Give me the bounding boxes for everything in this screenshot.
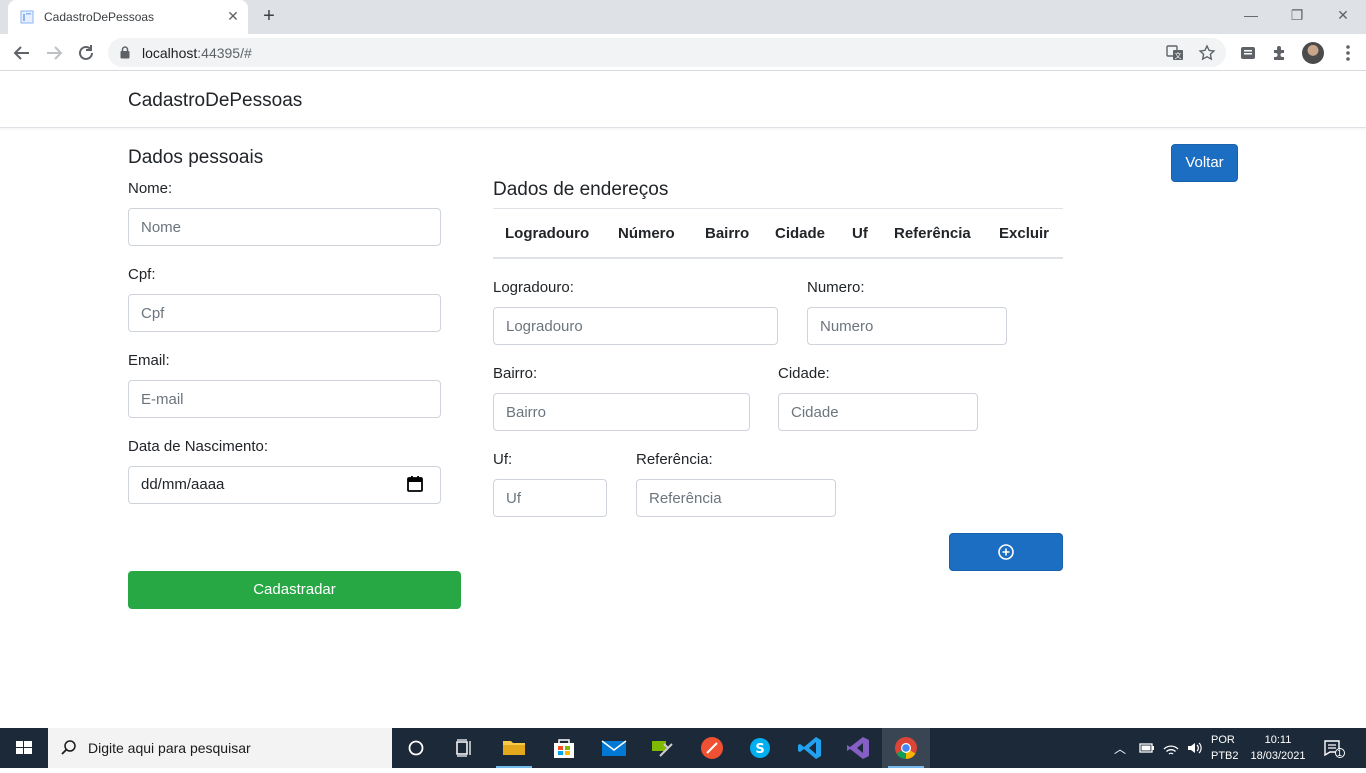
restore-icon[interactable]: ❐	[1274, 0, 1320, 30]
mail-icon[interactable]	[590, 728, 638, 768]
email-input[interactable]	[128, 380, 441, 418]
numero-label: Numero:	[807, 279, 865, 296]
notification-count: 1	[1337, 748, 1343, 758]
birth-date-label: Data de Nascimento:	[128, 438, 269, 455]
register-button[interactable]: Cadastradar	[128, 571, 461, 609]
numero-input[interactable]	[807, 307, 1007, 345]
cpf-input[interactable]	[128, 294, 441, 332]
clock-time: 10:11	[1264, 734, 1292, 746]
browser-toolbar: localhost:44395/# 文	[0, 34, 1366, 71]
search-icon	[61, 740, 76, 755]
referencia-label: Referência:	[636, 451, 713, 468]
cidade-input[interactable]	[778, 393, 978, 431]
taskbar-clock[interactable]: 10:11 18/03/2021	[1248, 732, 1308, 764]
bookmark-star-icon[interactable]	[1198, 44, 1216, 62]
forward-arrow-icon[interactable]	[40, 39, 68, 67]
calendar-icon[interactable]	[406, 475, 424, 493]
windows-start-icon[interactable]	[0, 728, 48, 768]
name-input[interactable]	[128, 208, 441, 246]
reload-icon[interactable]	[72, 39, 100, 67]
col-numero: Número	[618, 225, 675, 242]
cpf-label: Cpf:	[128, 266, 156, 283]
taskbar-search[interactable]: Digite aqui para pesquisar	[48, 728, 392, 768]
app-brand[interactable]: CadastroDePessoas	[128, 90, 302, 112]
file-explorer-icon[interactable]	[490, 728, 538, 768]
col-uf: Uf	[852, 225, 868, 242]
address-table-header: Logradouro Número Bairro Cidade Uf Refer…	[493, 208, 1063, 259]
email-label: Email:	[128, 352, 170, 369]
svg-text:文: 文	[1175, 51, 1182, 60]
bairro-label: Bairro:	[493, 365, 538, 382]
address-bar[interactable]: localhost:44395/# 文	[108, 38, 1226, 67]
wifi-icon[interactable]	[1162, 740, 1180, 756]
url-text: localhost:44395/#	[142, 45, 252, 61]
back-button[interactable]: Voltar	[1171, 144, 1238, 182]
app-navbar: CadastroDePessoas	[0, 71, 1366, 128]
uf-input[interactable]	[493, 479, 607, 517]
col-referencia: Referência	[894, 225, 971, 242]
bairro-input[interactable]	[493, 393, 750, 431]
chrome-taskbar-icon[interactable]	[882, 728, 930, 768]
browser-tab[interactable]: CadastroDePessoas ✕	[8, 0, 248, 34]
task-view-icon[interactable]	[440, 728, 488, 768]
volume-icon[interactable]	[1186, 740, 1204, 756]
referencia-input[interactable]	[636, 479, 836, 517]
page-favicon-icon	[20, 10, 34, 24]
lock-icon[interactable]	[120, 46, 130, 59]
back-arrow-icon[interactable]	[8, 39, 36, 67]
keyboard-layout: PTB2	[1211, 750, 1239, 762]
logradouro-label: Logradouro:	[493, 279, 574, 296]
visual-studio-icon[interactable]	[834, 728, 882, 768]
git-app-icon[interactable]	[688, 728, 736, 768]
windows-taskbar: Digite aqui para pesquisar S ︿ POR PTB2 …	[0, 728, 1366, 768]
logradouro-input[interactable]	[493, 307, 778, 345]
language-indicator[interactable]: POR PTB2	[1211, 732, 1239, 764]
col-excluir: Excluir	[999, 225, 1050, 242]
extensions-puzzle-icon[interactable]	[1270, 43, 1290, 63]
add-address-button[interactable]	[949, 533, 1063, 571]
language-code: POR	[1211, 734, 1235, 746]
col-bairro: Bairro	[705, 225, 750, 242]
tab-title: CadastroDePessoas	[44, 10, 155, 24]
skype-icon[interactable]: S	[736, 728, 784, 768]
tray-chevron-icon[interactable]: ︿	[1114, 740, 1126, 757]
browser-tab-strip: CadastroDePessoas ✕ + — ❐ ✕	[0, 0, 1366, 34]
birth-date-value: dd/mm/aaaa	[141, 476, 225, 493]
battery-icon[interactable]	[1138, 740, 1156, 756]
notification-center-icon[interactable]	[1322, 738, 1346, 758]
name-label: Nome:	[128, 180, 173, 197]
svg-text:S: S	[755, 742, 764, 757]
search-placeholder: Digite aqui para pesquisar	[88, 740, 251, 756]
plus-circle-icon	[998, 544, 1014, 560]
col-logradouro: Logradouro	[505, 225, 590, 242]
clock-date: 18/03/2021	[1250, 750, 1306, 762]
uf-label: Uf:	[493, 451, 513, 468]
tab-close-icon[interactable]: ✕	[224, 7, 242, 25]
new-tab-icon[interactable]: +	[258, 6, 280, 28]
store-icon[interactable]	[540, 728, 588, 768]
dev-tools-icon[interactable]	[638, 728, 686, 768]
address-data-heading: Dados de endereços	[493, 179, 669, 200]
col-cidade: Cidade	[775, 225, 826, 242]
vscode-icon[interactable]	[786, 728, 834, 768]
birth-date-input[interactable]: dd/mm/aaaa	[128, 466, 441, 504]
close-window-icon[interactable]: ✕	[1320, 0, 1366, 30]
profile-avatar[interactable]	[1302, 42, 1324, 64]
more-menu-icon[interactable]	[1340, 42, 1356, 64]
translate-icon[interactable]: 文	[1166, 44, 1184, 62]
cortana-icon[interactable]	[392, 728, 440, 768]
minimize-icon[interactable]: —	[1228, 0, 1274, 30]
reading-list-icon[interactable]	[1238, 43, 1258, 63]
cidade-label: Cidade:	[778, 365, 830, 382]
personal-data-heading: Dados pessoais	[128, 147, 264, 168]
